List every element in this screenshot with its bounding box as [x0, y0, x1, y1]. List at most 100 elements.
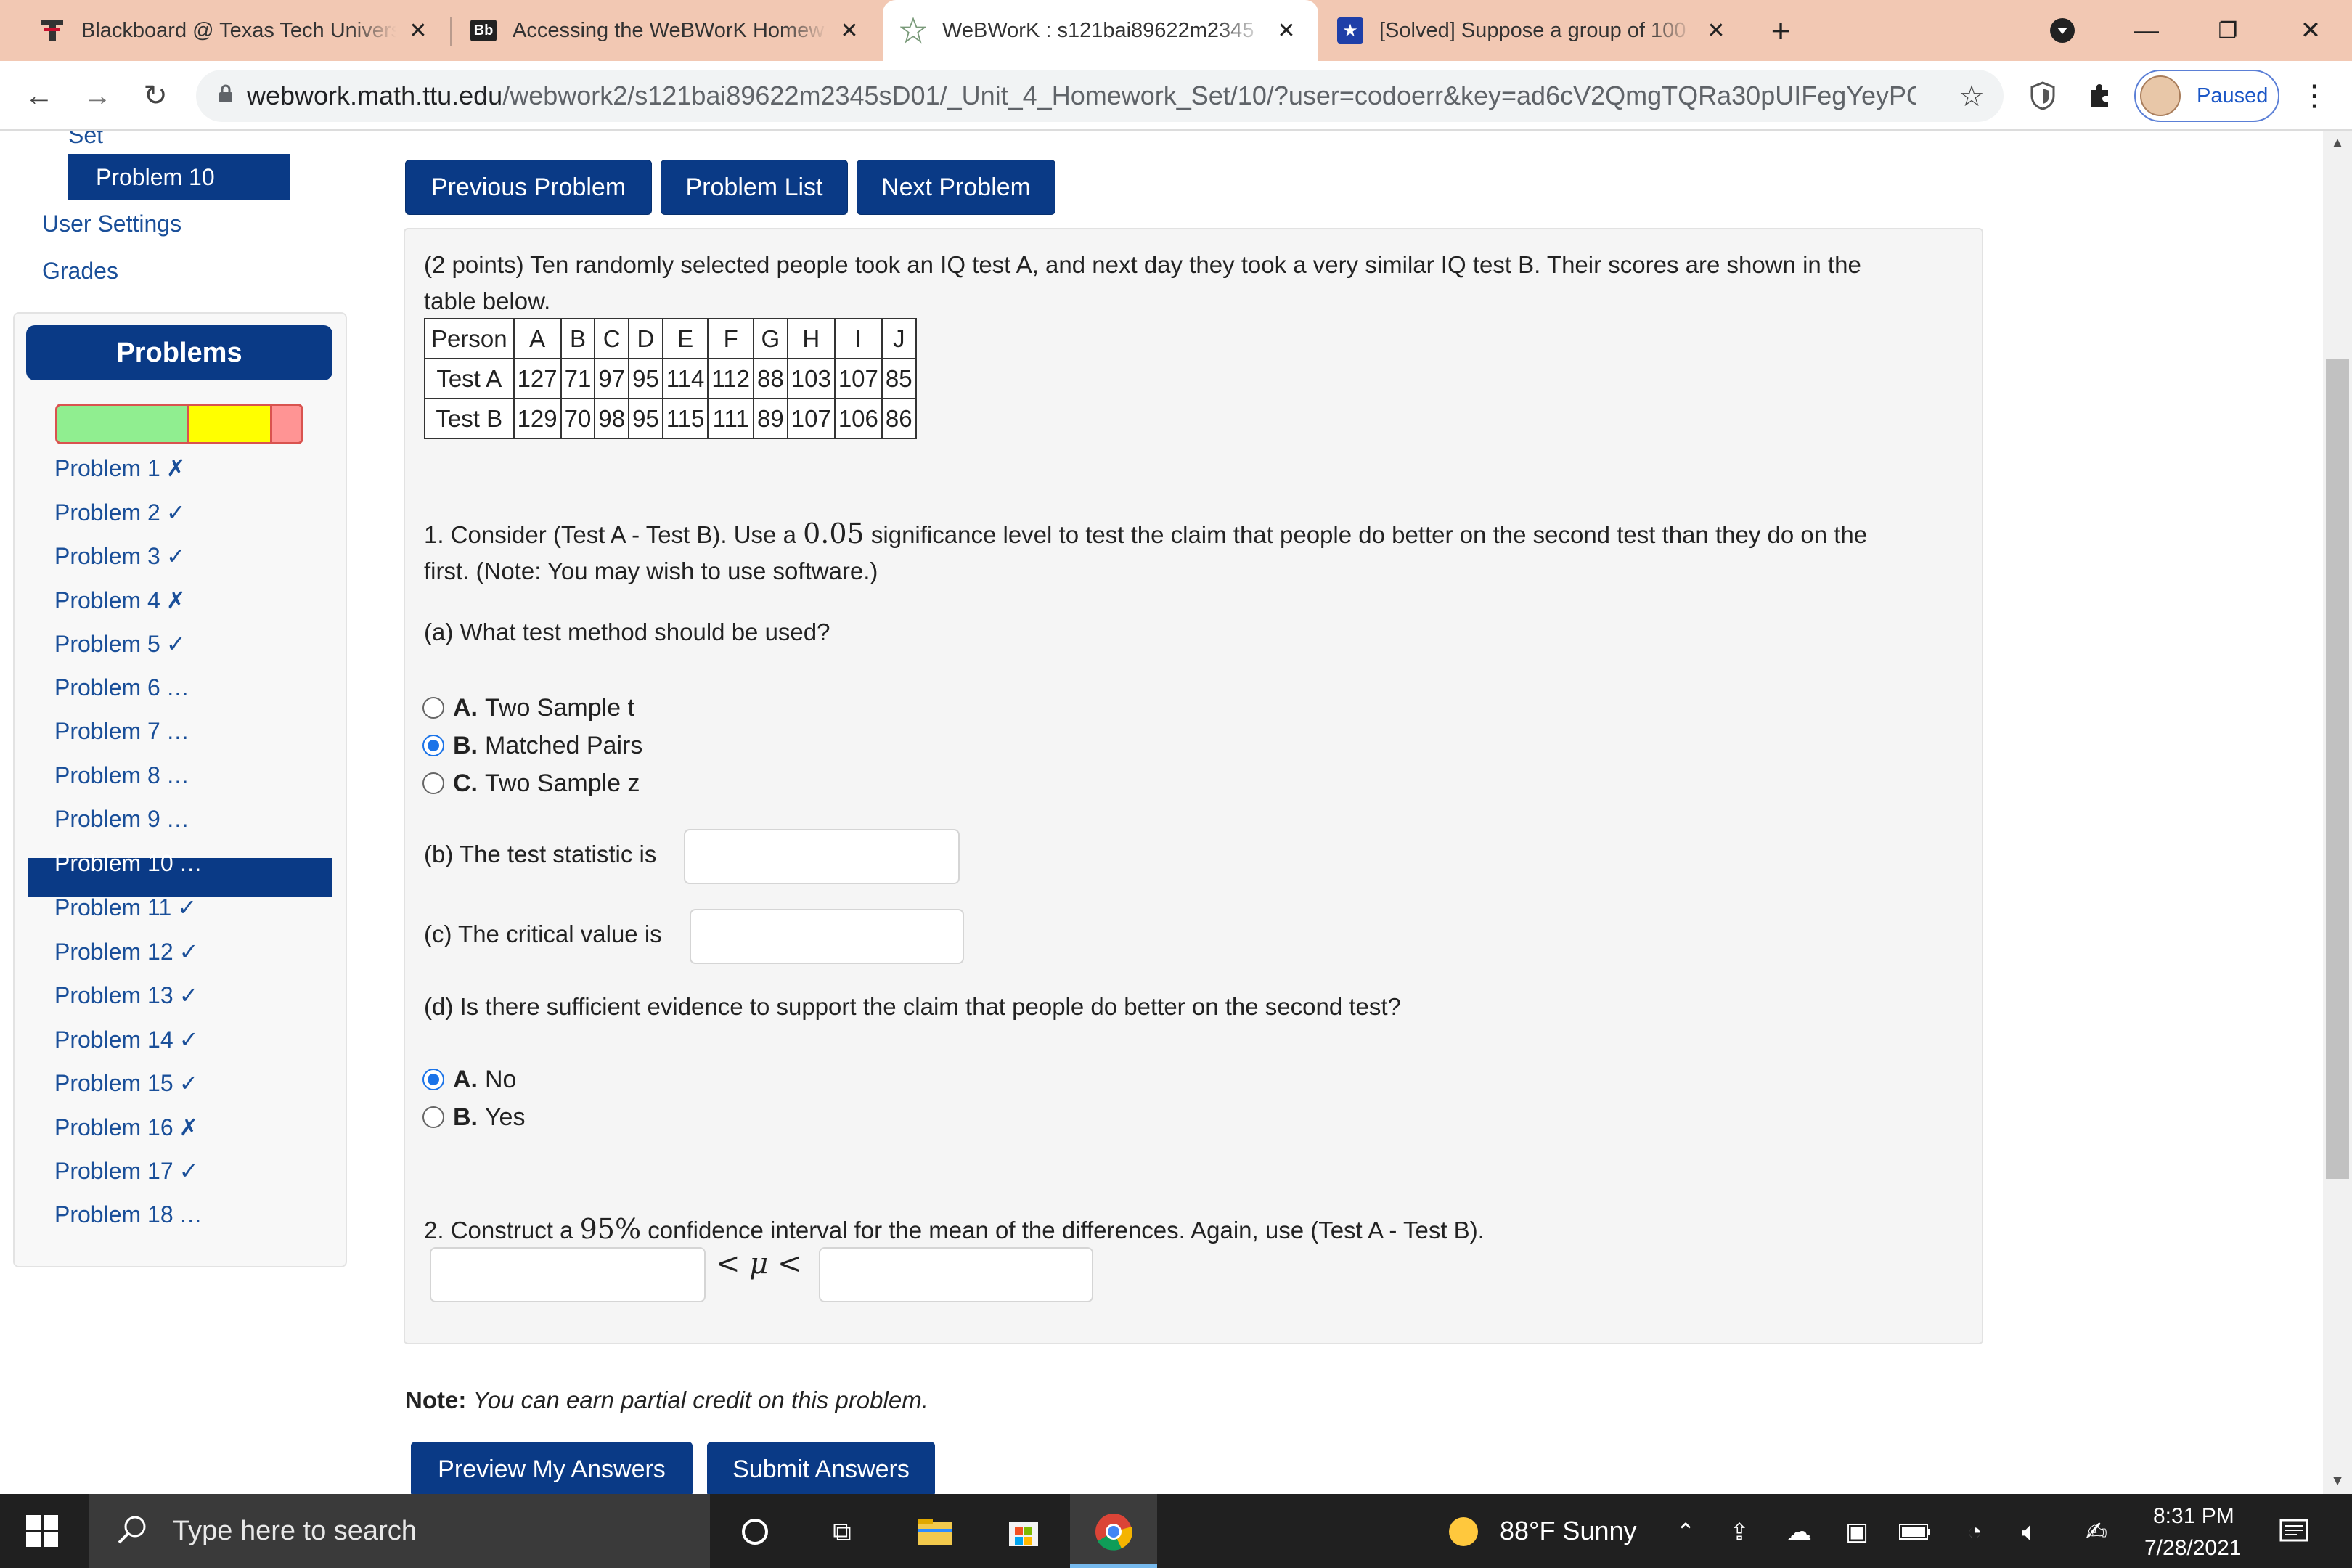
problem-link-label: Problem 11 [54, 894, 172, 920]
close-tab-icon[interactable]: ✕ [1702, 16, 1731, 45]
table-cell: 103 [786, 358, 836, 399]
profile-paused-button[interactable]: Paused [2134, 70, 2279, 122]
chrome-icon[interactable] [1092, 1510, 1135, 1553]
start-button[interactable] [0, 1494, 84, 1568]
scroll-up-arrow-icon[interactable]: ▲ [2323, 135, 2352, 152]
sidebar-problem-link[interactable]: Problem 14 ✓ [54, 1026, 198, 1053]
forward-button[interactable]: → [77, 75, 118, 116]
sidebar-problem-link[interactable]: Problem 10… [54, 850, 203, 877]
sidebar-problem-link[interactable]: Problem 3 ✓ [54, 542, 186, 570]
problem-link-label: Problem 1 [54, 455, 160, 481]
problem-list-button[interactable]: Problem List [661, 160, 848, 215]
sidebar-problem-link[interactable]: Problem 8… [54, 762, 189, 789]
sidebar-problem-link[interactable]: Problem 6… [54, 674, 189, 701]
question-1-text-cont: significance level to test the claim tha… [864, 521, 1868, 548]
radio-button[interactable] [422, 1106, 444, 1128]
sidebar-problem-link[interactable]: Problem 17 ✓ [54, 1157, 198, 1185]
test-statistic-input[interactable] [684, 829, 960, 884]
wifi-icon[interactable]: ◔ [1953, 1510, 1996, 1553]
critical-value-input[interactable] [690, 909, 964, 964]
progress-bar [55, 404, 303, 444]
file-explorer-icon[interactable] [913, 1510, 957, 1553]
extensions-puzzle-icon[interactable] [2079, 75, 2120, 116]
option-no[interactable]: A. No [422, 1061, 516, 1098]
preview-answers-button[interactable]: Preview My Answers [411, 1442, 693, 1494]
task-view-icon[interactable]: ⧉ [820, 1510, 864, 1553]
question-a: (a) What test method should be used? [424, 618, 830, 645]
radio-button[interactable] [422, 697, 444, 719]
page-scrollbar[interactable]: ▲ ▼ [2323, 131, 2352, 1494]
sidebar-problem-link[interactable]: Problem 11 ✓ [54, 894, 197, 921]
radio-button-selected[interactable] [422, 1069, 444, 1090]
scroll-down-arrow-icon[interactable]: ▼ [2323, 1473, 2352, 1490]
minimize-button[interactable]: — [2111, 0, 2182, 61]
table-cell: 70 [560, 398, 596, 439]
pen-ink-icon[interactable]: ✍︎ [2075, 1510, 2118, 1553]
notifications-icon[interactable] [2272, 1510, 2316, 1553]
show-hidden-icons-chevron-up-icon[interactable]: ⌃ [1664, 1510, 1707, 1553]
shield-extension-icon[interactable] [2022, 75, 2063, 116]
tab-solved-coursehero[interactable]: ★ [Solved] Suppose a group of 100 ✕ [1320, 0, 1748, 61]
ci-upper-input[interactable] [819, 1247, 1093, 1302]
sidebar-user-settings-link[interactable]: User Settings [42, 211, 181, 237]
volume-icon[interactable]: 🔈︎ [2008, 1510, 2051, 1553]
sidebar-problem-link[interactable]: Problem 13 ✓ [54, 981, 198, 1009]
ellipsis-icon: … [166, 761, 189, 788]
tab-search-icon[interactable] [2030, 0, 2095, 61]
sidebar-problem-link[interactable]: Problem 2 ✓ [54, 499, 186, 526]
close-tab-icon[interactable]: ✕ [835, 16, 864, 45]
microsoft-store-icon[interactable] [1002, 1510, 1045, 1553]
tab-blackboard[interactable]: Blackboard @ Texas Tech Univers ✕ [22, 0, 450, 61]
upload-tray-icon[interactable]: ⇪ [1718, 1510, 1761, 1553]
option-yes[interactable]: B. Yes [422, 1099, 525, 1135]
restore-button[interactable]: ❐ [2192, 0, 2263, 61]
display-tray-icon[interactable]: ▣ [1835, 1510, 1879, 1553]
radio-button[interactable] [422, 772, 444, 794]
submit-answers-button[interactable]: Submit Answers [707, 1442, 935, 1494]
clock-date[interactable]: 7/28/2021 [2144, 1536, 2241, 1561]
close-tab-icon[interactable]: ✕ [404, 16, 433, 45]
new-tab-button[interactable]: + [1755, 0, 1806, 61]
sidebar-current-problem[interactable]: Problem 10 [68, 154, 290, 200]
radio-button-selected[interactable] [422, 735, 444, 756]
reload-button[interactable]: ↻ [135, 75, 176, 116]
back-button[interactable]: ← [19, 75, 60, 116]
previous-problem-button[interactable]: Previous Problem [405, 160, 652, 215]
next-problem-button[interactable]: Next Problem [857, 160, 1055, 215]
option-matched-pairs[interactable]: B. Matched Pairs [422, 727, 642, 764]
tab-accessing-webwork[interactable]: Bb Accessing the WeBWorK Homew ✕ [453, 0, 881, 61]
sidebar-problem-link[interactable]: Problem 9… [54, 806, 189, 833]
sidebar-problem-link[interactable]: Problem 1 ✗ [54, 454, 186, 482]
sidebar-problem-link[interactable]: Problem 12 ✓ [54, 938, 198, 965]
tab-webwork-active[interactable]: WeBWorK : s121bai89622m2345 ✕ [883, 0, 1318, 61]
sidebar-problem-link[interactable]: Problem 18… [54, 1201, 203, 1228]
chrome-menu-icon[interactable]: ⋮ [2294, 75, 2335, 116]
clock-time[interactable]: 8:31 PM [2153, 1504, 2234, 1529]
taskbar-search-box[interactable]: Type here to search [89, 1494, 710, 1568]
sidebar-problem-link[interactable]: Problem 16 ✗ [54, 1114, 198, 1141]
table-cell: B [560, 318, 596, 359]
question-c: (c) The critical value is [424, 920, 662, 947]
table-cell: D [628, 318, 663, 359]
sidebar-problem-link[interactable]: Problem 15 ✓ [54, 1069, 198, 1097]
problem-intro-line1: (2 points) Ten randomly selected people … [424, 251, 1861, 278]
close-window-button[interactable]: ✕ [2275, 0, 2346, 61]
close-tab-icon[interactable]: ✕ [1272, 16, 1301, 45]
ci-lower-input[interactable] [430, 1247, 706, 1302]
sidebar-grades-link[interactable]: Grades [42, 258, 118, 285]
option-two-sample-z[interactable]: C. Two Sample z [422, 765, 640, 801]
cortana-icon[interactable] [733, 1510, 777, 1553]
bookmark-star-icon[interactable]: ☆ [1959, 80, 1985, 113]
weather-sun-icon[interactable] [1442, 1510, 1485, 1553]
battery-icon[interactable] [1893, 1510, 1937, 1553]
sidebar-problem-link[interactable]: Problem 4 ✗ [54, 587, 186, 614]
sidebar-problem-link[interactable]: Problem 5 ✓ [54, 630, 186, 658]
sidebar-set-link[interactable]: Set [68, 131, 103, 149]
weather-text[interactable]: 88°F Sunny [1500, 1516, 1637, 1546]
onedrive-cloud-icon[interactable]: ☁ [1777, 1510, 1821, 1553]
sidebar-problem-link[interactable]: Problem 7… [54, 718, 189, 745]
scrollbar-thumb[interactable] [2326, 359, 2349, 1179]
option-two-sample-t[interactable]: A. Two Sample t [422, 690, 634, 726]
address-bar[interactable]: webwork.math.ttu.edu/webwork2/s121bai896… [196, 70, 2004, 122]
checkmark-icon: ✓ [166, 631, 186, 657]
